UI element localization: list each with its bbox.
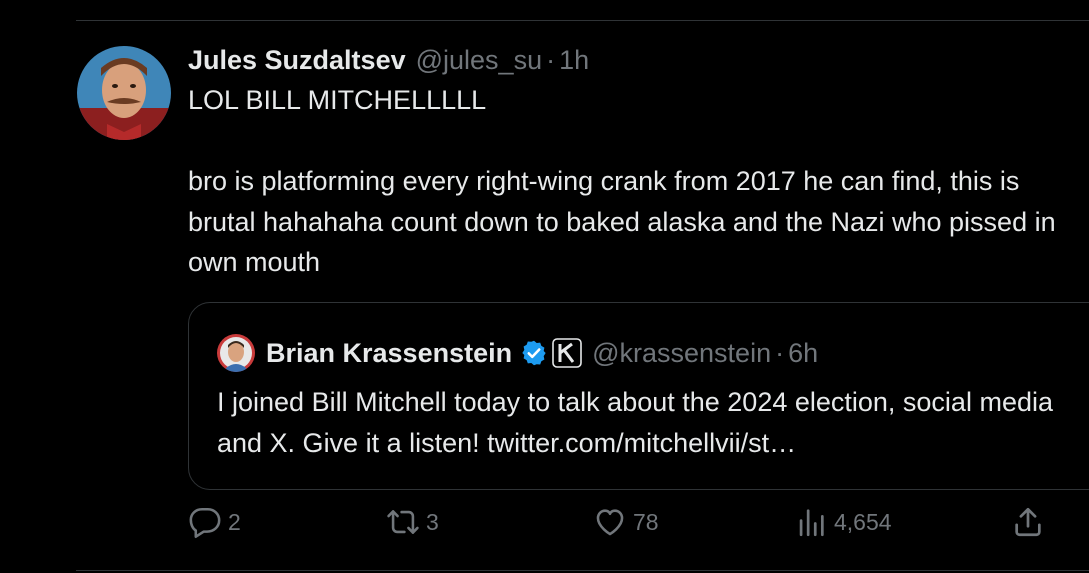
verified-badge-icon — [522, 340, 546, 366]
repost-icon — [387, 510, 419, 534]
tweet-body: Jules Suzdaltsev @jules_su · 1h LOL BILL… — [188, 40, 1089, 283]
author-name[interactable]: Jules Suzdaltsev — [188, 45, 406, 76]
action-bar: 2 3 78 4,654 — [0, 505, 1089, 545]
quoted-tweet[interactable]: Brian Krassenstein @krassenstein · 6h I … — [188, 302, 1089, 490]
reply-button[interactable]: 2 — [188, 505, 241, 539]
separator-dot: · — [546, 44, 556, 75]
author-avatar[interactable] — [77, 46, 171, 140]
quote-author-name[interactable]: Brian Krassenstein — [266, 338, 512, 369]
views-icon — [799, 509, 824, 537]
tweet-time[interactable]: 1h — [559, 45, 589, 76]
quote-text: I joined Bill Mitchell today to talk abo… — [217, 387, 1053, 458]
like-count: 78 — [633, 508, 659, 535]
views-count: 4,654 — [834, 508, 892, 535]
quote-time[interactable]: 6h — [788, 338, 818, 369]
quote-author-handle[interactable]: @krassenstein — [592, 338, 771, 369]
views-button[interactable]: 4,654 — [794, 505, 892, 539]
reply-icon — [189, 507, 221, 539]
quote-separator-dot: · — [775, 337, 785, 368]
bottom-divider — [76, 570, 1089, 571]
tweet-header: Jules Suzdaltsev @jules_su · 1h — [188, 40, 1089, 80]
like-button[interactable]: 78 — [593, 505, 659, 539]
share-icon — [1015, 507, 1041, 537]
repost-count: 3 — [426, 508, 439, 535]
author-handle[interactable]: @jules_su — [416, 45, 542, 76]
heart-icon — [596, 509, 624, 536]
reply-count: 2 — [228, 508, 241, 535]
tweet-text: LOL BILL MITCHELLLLL bro is platforming … — [188, 85, 1056, 277]
share-button[interactable] — [1011, 505, 1045, 539]
quote-author-avatar[interactable] — [217, 334, 255, 372]
quote-header: Brian Krassenstein @krassenstein · 6h — [217, 333, 818, 373]
top-divider — [76, 20, 1089, 21]
repost-button[interactable]: 3 — [386, 505, 439, 539]
affiliate-badge-icon — [552, 338, 582, 368]
